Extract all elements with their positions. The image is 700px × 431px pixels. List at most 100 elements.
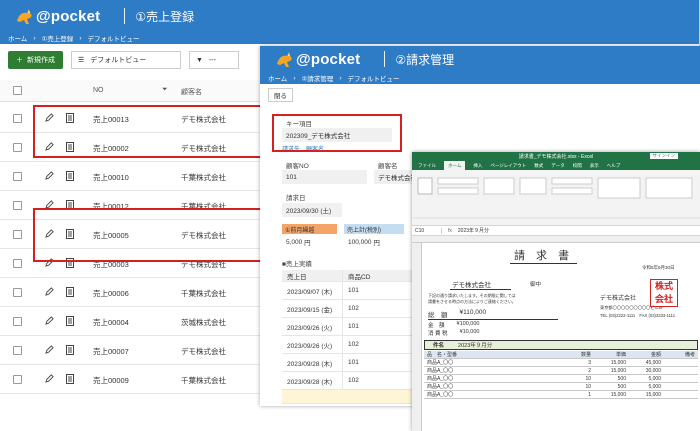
prev-balance-label: ①前月繰越 [282,224,337,234]
column-header-amount: 金額 [650,352,661,358]
column-header-sales-date: 売上日 [287,273,307,281]
row-headers [412,243,422,431]
logo[interactable]: @pocket [14,7,100,25]
column-header-customer[interactable]: 顧客名 [181,87,202,97]
header-divider [124,8,126,24]
tab-file[interactable]: ファイル [418,163,436,169]
table-row[interactable]: 売上00010 千葉株式会社 [0,162,260,191]
row-checkbox[interactable] [13,143,22,152]
table-row[interactable]: 2023/09/28 (木) 101 [282,354,422,372]
invoice-date-field[interactable]: 2023/09/30 (土) [282,203,342,217]
product-cd: 102 [342,336,422,353]
list-icon: ☰ [78,57,85,64]
table-row[interactable]: 2023/09/26 (火) 102 [282,336,422,354]
kangaroo-logo-icon [17,9,32,24]
close-button[interactable]: 閉る [268,88,293,102]
breadcrumb-home[interactable]: ホーム [268,73,287,83]
breadcrumb-separator: › [79,34,82,42]
detail-document-icon[interactable] [66,171,74,183]
item-qty: 1 [588,391,591,398]
table-row[interactable]: 売上00004 茨城株式会社 [0,307,260,336]
row-checkbox[interactable] [13,375,22,384]
breadcrumb-app[interactable]: ①売上登録 [41,33,73,43]
new-record-button[interactable]: ＋ 新規作成 [8,51,63,69]
tab-page-layout[interactable]: ページレイアウト [490,163,526,169]
filter-select[interactable]: ▼ --- [189,51,239,69]
edit-pencil-icon[interactable] [45,374,54,386]
excel-window: 請求書_デモ株式会社.xlsx - Excel サインイン ファイル ホーム 挿… [412,152,700,431]
tab-view[interactable]: 表示 [590,163,599,169]
breadcrumb-view: デフォルトビュー [87,36,140,43]
highlight-box [272,114,402,152]
edit-pencil-icon[interactable] [45,316,54,328]
customer-name: デモ株式会社 [450,279,511,290]
row-checkbox[interactable] [13,317,22,326]
table-row[interactable]: 2023/09/15 (金) 102 [282,300,422,318]
tab-help[interactable]: ヘルプ [607,163,621,169]
row-checkbox[interactable] [13,259,22,268]
total-row: 総 額 ¥110,000 [428,309,558,320]
tab-formulas[interactable]: 数式 [534,163,543,169]
subject-value[interactable]: 2023年９月分 [458,341,492,349]
row-checkbox[interactable] [13,230,22,239]
table-row[interactable]: 売上00007 デモ株式会社 [0,336,260,365]
record-no: 売上00010 [93,173,129,182]
item-unit-price: 500 [617,375,626,382]
signin-button[interactable]: サインイン [649,153,678,159]
header-divider [384,51,386,67]
filter-icon: ▼ [196,56,203,64]
detail-document-icon[interactable] [66,374,74,386]
item-unit-price: 500 [617,383,626,390]
logo[interactable]: @pocket [274,50,360,68]
amount-row: 金 額 ¥100,000 [428,321,479,329]
table-row[interactable]: 売上00009 千葉株式会社 [0,365,260,394]
row-checkbox[interactable] [13,172,22,181]
row-checkbox[interactable] [13,114,22,123]
item-name: 商品A_〇〇 [427,392,454,398]
detail-document-icon[interactable] [66,316,74,328]
record-no: 売上00009 [93,376,129,385]
sales-total-label: 売上計(税別) [344,224,404,234]
view-select[interactable]: ☰ デフォルトビュー [71,51,181,69]
worksheet[interactable]: 請 求 書 令和5年9月30日 デモ株式会社 御中 下記の通り請求いたします。そ… [422,243,700,431]
tab-data[interactable]: データ [551,163,565,169]
edit-pencil-icon[interactable] [45,287,54,299]
tab-home[interactable]: ホーム [444,161,466,170]
new-record-label: 新規作成 [27,57,55,64]
table-row[interactable]: 2023/09/26 (火) 101 [282,318,422,336]
edit-pencil-icon[interactable] [45,345,54,357]
product-cd: 101 [342,282,422,299]
invoice-date-label: 請求日 [286,195,306,202]
seal-text: 会社 [654,294,673,304]
amount-label: 金 額 [428,323,445,329]
table-row[interactable]: 商品A_〇〇 10 500 5,000 [424,375,698,383]
row-actions [45,287,74,299]
row-checkbox[interactable] [13,346,22,355]
detail-document-icon[interactable] [66,287,74,299]
formula-bar: C10 fx 2023年９月分 [412,226,700,236]
column-header-no[interactable]: NO [93,87,104,94]
row-checkbox[interactable] [13,288,22,297]
tab-review[interactable]: 校閲 [573,163,582,169]
breadcrumb-home[interactable]: ホーム [8,33,27,43]
item-unit-price: 15,000 [610,391,626,398]
detail-document-icon[interactable] [66,345,74,357]
filter-icon[interactable]: ⏷ [162,86,168,94]
table-row[interactable]: 2023/09/28 (木) 102 [282,372,422,390]
formula-input[interactable]: 2023年９月分 [458,227,489,234]
name-box[interactable]: C10 [412,227,442,234]
table-row[interactable]: 商品A_〇〇 10 500 5,000 [424,383,698,391]
breadcrumb-app[interactable]: ②請求管理 [301,73,333,83]
table-header: 売上日 商品CD [282,270,422,282]
table-row[interactable]: 売上00006 千葉株式会社 [0,278,260,307]
table-row[interactable]: 商品A_〇〇 3 15,000 45,000 [424,359,698,367]
tab-insert[interactable]: 挿入 [473,163,482,169]
table-row[interactable]: 商品A_〇〇 1 15,000 15,000 [424,391,698,399]
table-row[interactable]: 商品A_〇〇 2 15,000 30,000 [424,367,698,375]
table-row[interactable]: 2023/09/07 (木) 101 [282,282,422,300]
customer-no-field[interactable]: 101 [282,170,367,184]
select-all-checkbox[interactable] [13,86,22,95]
edit-pencil-icon[interactable] [45,171,54,183]
row-checkbox[interactable] [13,201,22,210]
ribbon-controls-icon [412,177,700,219]
